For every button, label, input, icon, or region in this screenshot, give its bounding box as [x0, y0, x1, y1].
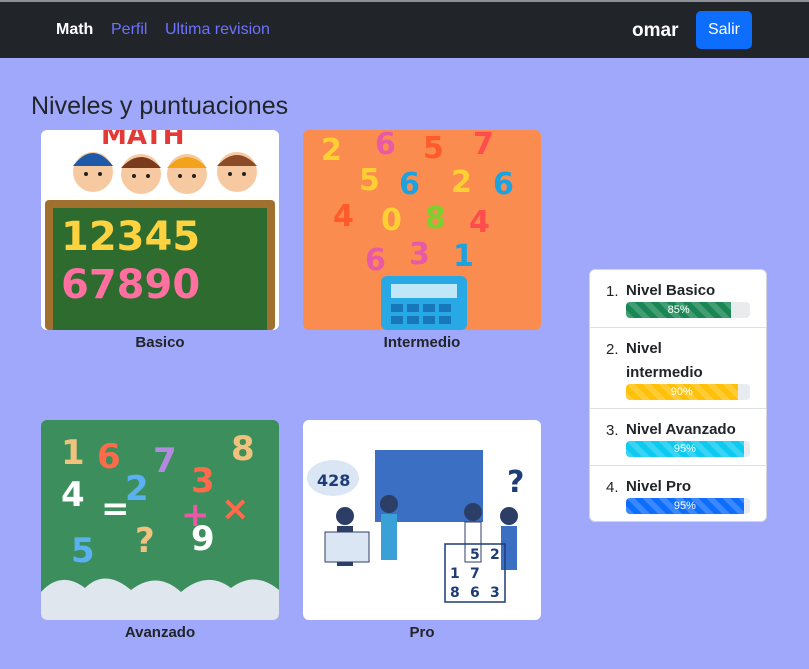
svg-text:?: ? [135, 521, 155, 561]
progress-fill: 95% [626, 498, 744, 514]
card-label-avanzado[interactable]: Avanzado [41, 624, 279, 641]
progress-fill: 85% [626, 302, 732, 318]
math-symbols-green-illustration: 16 78 42 3= + × 5? 9 [41, 420, 279, 620]
digits-row-1: 12345 [61, 214, 200, 260]
card-pro-image[interactable]: 428 ? 5 2 1 7 8 6 3 [303, 420, 541, 620]
svg-text:4: 4 [333, 199, 354, 234]
svg-text:×: × [221, 489, 250, 529]
svg-text:0: 0 [381, 203, 402, 238]
progress-bar: 95% [626, 498, 750, 514]
levels-list: 1. Nivel Basico 85% 2. Nivel intermedio … [589, 269, 767, 522]
card-label-basico[interactable]: Basico [41, 334, 279, 351]
level-item-pro[interactable]: 4. Nivel Pro 95% [590, 465, 766, 521]
svg-text:?: ? [507, 465, 524, 500]
level-number: 3. [606, 422, 619, 439]
level-label: Nivel Pro [626, 478, 692, 495]
svg-text:7: 7 [470, 566, 480, 582]
level-label: Nivel Avanzado [626, 421, 736, 438]
svg-text:6: 6 [493, 167, 514, 202]
svg-text:6: 6 [399, 167, 420, 202]
card-label-intermedio[interactable]: Intermedio [303, 334, 541, 351]
nav-link-ultima-revision[interactable]: Ultima revision [165, 21, 270, 39]
card-label-pro[interactable]: Pro [303, 624, 541, 641]
svg-text:5: 5 [470, 547, 480, 563]
svg-text:6: 6 [375, 130, 396, 162]
progress-bar: 95% [626, 441, 750, 457]
logout-button[interactable]: Salir [696, 11, 752, 49]
level-label-line2: intermedio [626, 364, 703, 381]
svg-text:8: 8 [450, 585, 460, 601]
navbar: Math Perfil Ultima revision omar Salir [0, 2, 809, 58]
card-intermedio-image[interactable]: 26 57 56 26 40 84 63 1 [303, 130, 541, 330]
math-people-illustration: 428 ? 5 2 1 7 8 6 3 [303, 420, 541, 620]
level-number: 4. [606, 479, 619, 496]
svg-text:6: 6 [97, 437, 121, 477]
thought-bubble-text: 428 [317, 471, 350, 490]
progress-fill: 95% [626, 441, 744, 457]
svg-text:1: 1 [453, 239, 474, 274]
level-item-avanzado[interactable]: 3. Nivel Avanzado 95% [590, 408, 766, 465]
card-basico-image[interactable]: MATH 12345 67890 [41, 130, 279, 330]
svg-text:2: 2 [451, 165, 472, 200]
svg-text:5: 5 [423, 131, 444, 166]
svg-text:6: 6 [470, 585, 480, 601]
svg-text:1: 1 [450, 566, 460, 582]
level-item-basico[interactable]: 1. Nivel Basico 85% [590, 270, 766, 327]
svg-text:6: 6 [365, 243, 386, 278]
svg-text:=: = [101, 489, 130, 529]
svg-text:3: 3 [409, 237, 430, 272]
svg-text:8: 8 [231, 429, 255, 469]
svg-text:5: 5 [71, 531, 95, 571]
progress-bar: 85% [626, 302, 750, 318]
svg-text:3: 3 [490, 585, 500, 601]
username: omar [632, 20, 679, 41]
math-kids-illustration: MATH 12345 67890 [41, 130, 279, 330]
card-avanzado-image[interactable]: 16 78 42 3 = + × 5? 9 [41, 420, 279, 620]
level-number: 1. [606, 283, 619, 300]
page-title: Niveles y puntuaciones [31, 92, 289, 120]
svg-text:1: 1 [61, 433, 85, 473]
progress-bar: 90% [626, 384, 750, 400]
digits-row-2: 67890 [61, 262, 200, 308]
level-label-line1: Nivel [626, 340, 662, 357]
image-title-text: MATH [101, 130, 184, 151]
number-magnets-calculator-illustration: 26 57 56 26 40 84 63 1 [303, 130, 541, 330]
svg-text:7: 7 [153, 441, 177, 481]
brand[interactable]: Math [56, 21, 93, 39]
svg-text:9: 9 [191, 519, 215, 559]
level-number: 2. [606, 341, 619, 358]
svg-text:4: 4 [469, 205, 490, 240]
level-item-intermedio[interactable]: 2. Nivel intermedio 90% [590, 327, 766, 408]
svg-text:7: 7 [473, 130, 494, 162]
svg-text:8: 8 [425, 201, 446, 236]
svg-text:2: 2 [321, 133, 342, 168]
progress-fill: 90% [626, 384, 738, 400]
svg-text:2: 2 [490, 547, 500, 563]
level-label: Nivel Basico [626, 282, 716, 299]
svg-text:4: 4 [61, 475, 85, 515]
nav-link-perfil[interactable]: Perfil [111, 21, 147, 39]
svg-text:5: 5 [359, 163, 380, 198]
